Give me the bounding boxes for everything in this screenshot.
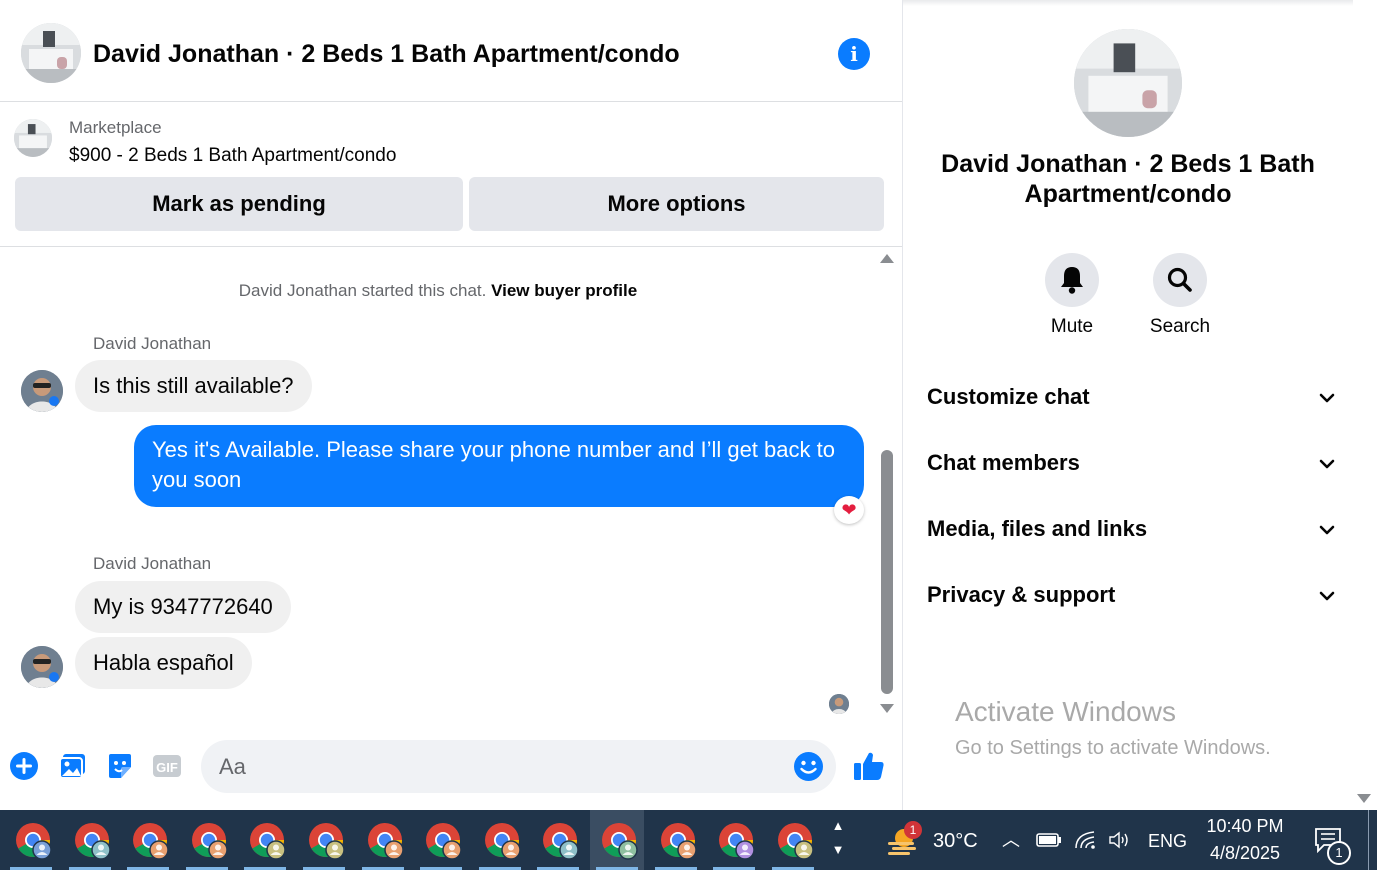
- taskbar-chrome-icon[interactable]: [649, 810, 703, 870]
- photo-icon[interactable]: [58, 751, 88, 781]
- activate-windows-subtitle: Go to Settings to activate Windows.: [955, 737, 1271, 759]
- conversation-avatar[interactable]: [21, 23, 81, 83]
- gif-label: GIF: [156, 760, 178, 775]
- language-indicator[interactable]: ENG: [1148, 831, 1187, 852]
- info-icon[interactable]: i: [838, 38, 870, 70]
- heart-reaction-icon[interactable]: ❤: [834, 496, 864, 524]
- mark-as-pending-button[interactable]: Mark as pending: [15, 177, 463, 231]
- bell-icon[interactable]: [1045, 253, 1099, 307]
- wifi-icon[interactable]: [1074, 828, 1098, 850]
- chevron-down-icon: [1317, 586, 1337, 606]
- sender-avatar[interactable]: [21, 370, 63, 412]
- sticker-icon[interactable]: [105, 751, 135, 781]
- conversation-title[interactable]: David Jonathan · 2 Beds 1 Bath Apartment…: [93, 40, 680, 69]
- scroll-down-arrow-icon[interactable]: [880, 704, 894, 713]
- chevron-down-icon: [1317, 454, 1337, 474]
- section-title: Customize chat: [927, 384, 1090, 409]
- composer: GIF: [0, 735, 902, 799]
- gif-icon[interactable]: GIF: [152, 751, 182, 781]
- scroll-up-arrow-icon[interactable]: [880, 254, 894, 263]
- taskbar-chrome-icon[interactable]: [121, 810, 175, 870]
- more-options-button[interactable]: More options: [469, 177, 884, 231]
- listing-source: Marketplace: [69, 118, 162, 137]
- clock-date[interactable]: 4/8/2025: [1190, 843, 1300, 864]
- section-chat-members[interactable]: Chat members: [927, 444, 1337, 484]
- notification-count-badge: 1: [1327, 841, 1351, 865]
- section-title: Chat members: [927, 450, 1080, 475]
- chevron-up-icon[interactable]: ︿: [1002, 826, 1020, 852]
- mute-label: Mute: [1050, 316, 1094, 337]
- chat-started-text: David Jonathan started this chat.: [238, 281, 487, 300]
- chat-pane: David Jonathan · 2 Beds 1 Bath Apartment…: [0, 0, 903, 810]
- profile-avatar[interactable]: [1074, 29, 1182, 137]
- section-title: Media, files and links: [927, 516, 1148, 541]
- show-desktop-button[interactable]: [1368, 810, 1377, 870]
- chat-started-notice: David Jonathan started this chat. View b…: [0, 281, 876, 301]
- view-buyer-profile-link[interactable]: View buyer profile: [491, 281, 637, 300]
- taskbar-chrome-icon[interactable]: [180, 810, 234, 870]
- section-media-files-links[interactable]: Media, files and links: [927, 510, 1337, 550]
- taskbar-chrome-icon[interactable]: [531, 810, 585, 870]
- taskbar-chrome-icon[interactable]: [297, 810, 351, 870]
- message-input[interactable]: [219, 740, 779, 793]
- listing-price-title[interactable]: $900 - 2 Beds 1 Bath Apartment/condo: [69, 145, 396, 167]
- taskbar-chrome-icon[interactable]: [63, 810, 117, 870]
- temperature[interactable]: 30°C: [933, 830, 978, 853]
- incoming-message[interactable]: Is this still available?: [75, 360, 312, 412]
- taskbar-chrome-icon[interactable]: [356, 810, 410, 870]
- page-scrollbar[interactable]: [1353, 0, 1377, 810]
- chevron-down-icon: [1317, 388, 1337, 408]
- taskbar-overflow-arrows[interactable]: ▲ ▼: [826, 814, 850, 866]
- taskbar-chrome-icon[interactable]: [590, 810, 644, 870]
- taskbar-chrome-icon[interactable]: [414, 810, 468, 870]
- listing-card: Marketplace $900 - 2 Beds 1 Bath Apartme…: [0, 102, 902, 247]
- taskbar-chrome-icon[interactable]: [473, 810, 527, 870]
- taskbar-chrome-icon[interactable]: [4, 810, 58, 870]
- volume-icon[interactable]: [1108, 829, 1132, 851]
- clock-time[interactable]: 10:40 PM: [1190, 816, 1300, 837]
- battery-icon[interactable]: [1036, 831, 1062, 849]
- search-icon[interactable]: [1153, 253, 1207, 307]
- seen-receipt-avatar: [829, 694, 849, 714]
- sender-name: David Jonathan: [93, 554, 212, 573]
- activate-windows-title: Activate Windows: [955, 696, 1176, 727]
- taskbar-chrome-icon[interactable]: [707, 810, 761, 870]
- scrollbar-thumb[interactable]: [881, 450, 893, 694]
- outgoing-message[interactable]: Yes it's Available. Please share your ph…: [134, 425, 864, 507]
- taskbar-chrome-icon[interactable]: [238, 810, 292, 870]
- section-title: Privacy & support: [927, 582, 1116, 607]
- conversation-info-panel: David Jonathan · 2 Beds 1 Bath Apartment…: [903, 6, 1353, 810]
- profile-name: David Jonathan · 2 Beds 1 Bath Apartment…: [941, 150, 1315, 208]
- section-privacy-support[interactable]: Privacy & support: [927, 576, 1337, 616]
- message-input-container[interactable]: [201, 740, 836, 793]
- chat-header: David Jonathan · 2 Beds 1 Bath Apartment…: [0, 6, 902, 102]
- emoji-icon[interactable]: [793, 751, 824, 782]
- search-label: Search: [1149, 316, 1211, 337]
- messenger-window: David Jonathan · 2 Beds 1 Bath Apartment…: [0, 0, 1377, 870]
- weather-badge: 1: [904, 821, 922, 839]
- windows-taskbar: ▲ ▼ 1 30°C ︿ ENG 10:40 PM 4/8/2025 1: [0, 810, 1377, 870]
- incoming-message[interactable]: My is 9347772640: [75, 581, 291, 633]
- chevron-down-icon: [1317, 520, 1337, 540]
- page-scroll-down-icon[interactable]: [1357, 794, 1371, 803]
- taskbar-chrome-icon[interactable]: [766, 810, 820, 870]
- message-list: David Jonathan started this chat. View b…: [0, 248, 880, 723]
- listing-thumbnail[interactable]: [14, 119, 52, 157]
- thumbs-up-icon[interactable]: [852, 749, 886, 783]
- sender-name: David Jonathan: [93, 334, 212, 353]
- sender-avatar[interactable]: [21, 646, 63, 688]
- incoming-message[interactable]: Habla español: [75, 637, 252, 689]
- section-customize-chat[interactable]: Customize chat: [927, 378, 1337, 418]
- plus-icon[interactable]: [9, 751, 39, 781]
